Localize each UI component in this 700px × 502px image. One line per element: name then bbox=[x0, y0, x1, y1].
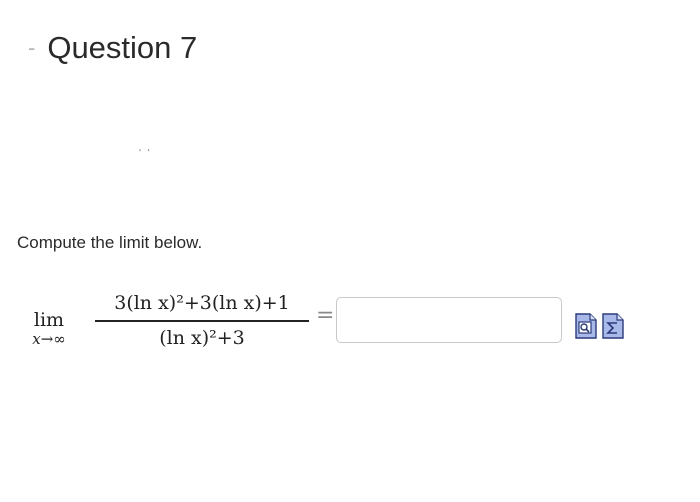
limit-operator: lim x→∞ bbox=[14, 310, 84, 348]
question-title: Question 7 bbox=[47, 30, 198, 65]
collapse-toggle[interactable]: - bbox=[28, 36, 35, 59]
stray-mark: ' ' bbox=[139, 148, 152, 159]
preview-magnifier-icon[interactable] bbox=[574, 312, 598, 340]
answer-input[interactable] bbox=[336, 297, 562, 343]
fraction-denominator: (ln x)²+3 bbox=[159, 326, 245, 349]
equation-editor-sigma-icon[interactable] bbox=[601, 312, 625, 340]
question-header: - Question 7 bbox=[28, 32, 197, 63]
equals-sign: = bbox=[316, 303, 335, 328]
question-prompt: Compute the limit below. bbox=[17, 233, 203, 252]
preview-magnifier-icon-graphic bbox=[575, 313, 597, 339]
fraction: 3(ln x)²+3(ln x)+1 (ln x)²+3 bbox=[90, 288, 314, 352]
lim-word: lim bbox=[33, 309, 65, 331]
lim-subscript: x→∞ bbox=[32, 330, 66, 348]
fraction-numerator: 3(ln x)²+3(ln x)+1 bbox=[114, 292, 290, 314]
limit-expression: lim x→∞ 3(ln x)²+3(ln x)+1 (ln x)²+3 bbox=[14, 288, 354, 368]
equation-editor-sigma-icon-graphic bbox=[602, 313, 624, 339]
